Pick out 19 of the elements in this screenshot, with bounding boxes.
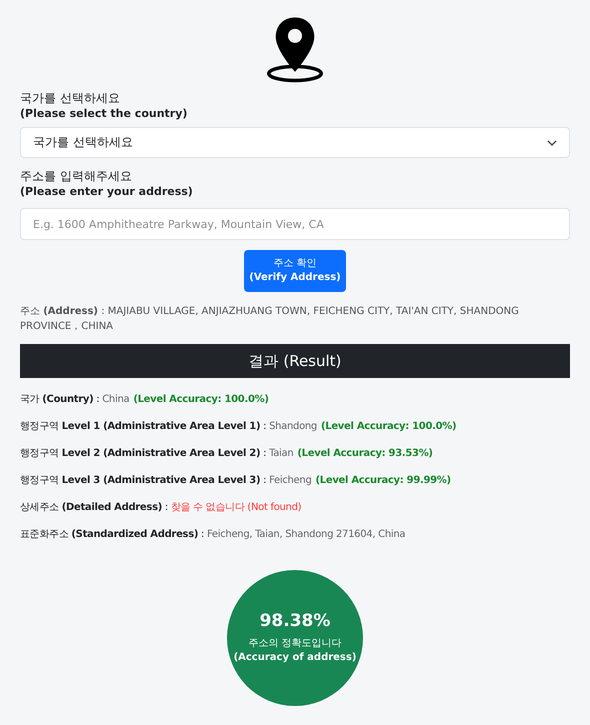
field-label: (Please enter your address) <box>20 184 194 200</box>
accuracy-label: (Accuracy of address) <box>234 651 356 665</box>
chevron-down-icon <box>547 140 557 146</box>
country-select[interactable]: 국가를 선택하세요 <box>20 127 570 158</box>
address-text: 주소 (Address) : MAJIABU VILLAGE, ANJIAZHUANG TOWN, FEICHENG CITY, TAI'AN CITY, SHANDONG PROVINCE，CHINA <box>20 305 520 334</box>
address-input[interactable]: E.g. 1600 Amphitheatre Parkway, Mountain View, CA <box>20 208 570 240</box>
field-label: 주소를 입력해주세요 <box>20 168 133 184</box>
result-line: 행정구역 Level 2 (Administrative Area Level 2) : Taian (Level Accuracy: 93.53%) <box>20 447 434 461</box>
field-label: 국가를 선택하세요 <box>20 90 121 106</box>
accuracy-value: 98.38% <box>260 611 330 631</box>
field-label: (Please select the country) <box>20 106 188 122</box>
result-line: 행정구역 Level 1 (Administrative Area Level 1) : Shandong (Level Accuracy: 100.0%) <box>20 420 458 434</box>
result-line: 행정구역 Level 3 (Administrative Area Level 3) : Feicheng (Level Accuracy: 99.99%) <box>20 474 452 488</box>
verify-address-button[interactable]: 주소 확인 (Verify Address) <box>244 250 346 292</box>
accuracy-label: 주소의 정확도입니다 <box>248 637 342 651</box>
result-line: 표준화주소 (Standardized Address) : Feicheng, Taian, Shandong 271604, China <box>20 528 406 542</box>
result-line: 국가 (Country) : China (Level Accuracy: 100.0%) <box>20 393 270 407</box>
result-header: 결과 (Result) <box>20 344 570 378</box>
result-line: 상세주소 (Detailed Address) : 찾을 수 없습니다 (Not found) <box>20 501 302 515</box>
